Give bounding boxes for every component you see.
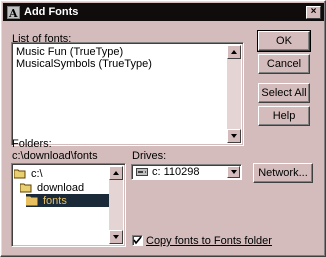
- folder-tree[interactable]: c:\ download fonts: [11, 163, 126, 247]
- font-list-scrollbar[interactable]: [227, 45, 241, 143]
- network-button[interactable]: Network...: [253, 163, 313, 183]
- drives-label: Drives:: [132, 150, 167, 162]
- chevron-down-icon: [230, 170, 237, 174]
- cancel-button[interactable]: Cancel: [258, 54, 310, 74]
- folders-label: Folders:: [12, 138, 52, 150]
- title-bar[interactable]: A Add Fonts ×: [3, 3, 324, 21]
- copy-fonts-checkbox[interactable]: [132, 235, 143, 246]
- arrow-up-icon: [113, 171, 119, 175]
- open-folder-icon: [19, 183, 33, 193]
- font-list[interactable]: Music Fun (TrueType) MusicalSymbols (Tru…: [11, 42, 244, 146]
- help-button[interactable]: Help: [258, 106, 310, 126]
- font-list-item[interactable]: Music Fun (TrueType): [16, 46, 123, 58]
- scroll-down-button[interactable]: [109, 230, 123, 244]
- select-all-label: Select All: [261, 87, 307, 99]
- folder-tree-scrollbar[interactable]: [109, 166, 123, 244]
- arrow-down-icon: [231, 134, 237, 138]
- arrow-down-icon: [113, 235, 119, 239]
- close-button[interactable]: ×: [306, 5, 321, 19]
- open-folder-icon: [25, 196, 39, 206]
- checkmark-icon: [133, 236, 142, 245]
- ok-button[interactable]: OK: [257, 30, 311, 52]
- fonts-app-icon: A: [6, 5, 20, 19]
- drives-selected-value: c: 110298: [152, 166, 200, 178]
- drives-dropdown[interactable]: c: 110298: [131, 164, 242, 180]
- copy-fonts-label[interactable]: Copy fonts to Fonts folder: [146, 235, 272, 247]
- folder-item-download[interactable]: download: [19, 181, 85, 194]
- current-path: c:\download\fonts: [12, 150, 98, 162]
- open-folder-icon: [13, 169, 27, 179]
- window-title: Add Fonts: [24, 6, 79, 18]
- arrow-up-icon: [231, 50, 237, 54]
- select-all-button[interactable]: Select All: [258, 83, 310, 103]
- folder-item-fonts[interactable]: fonts: [25, 194, 110, 207]
- folder-label: c:\: [31, 167, 43, 180]
- hard-drive-icon: [136, 168, 148, 176]
- drives-dropdown-button[interactable]: [227, 166, 240, 178]
- folder-label: fonts: [43, 194, 67, 207]
- scroll-up-button[interactable]: [227, 45, 241, 59]
- help-label: Help: [272, 110, 296, 122]
- scroll-down-button[interactable]: [227, 129, 241, 143]
- font-list-item[interactable]: MusicalSymbols (TrueType): [16, 58, 152, 70]
- svg-text:A: A: [8, 7, 18, 19]
- folder-item-root[interactable]: c:\: [13, 167, 43, 180]
- add-fonts-dialog: A Add Fonts × List of fonts: Music Fun (…: [0, 0, 326, 257]
- folder-label: download: [37, 181, 85, 194]
- network-label: Network...: [258, 167, 308, 179]
- scroll-up-button[interactable]: [109, 166, 123, 180]
